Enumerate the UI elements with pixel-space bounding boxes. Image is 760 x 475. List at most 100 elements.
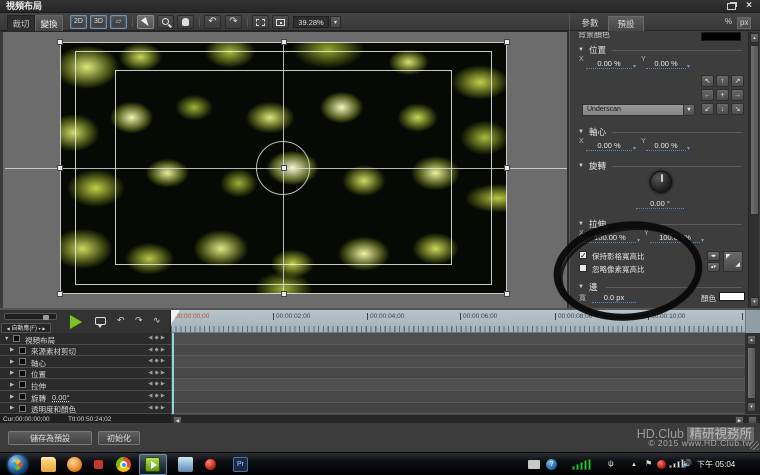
keyframe-nav[interactable]: ◀◆▶: [148, 381, 167, 387]
spinner-icon[interactable]: ▾: [701, 237, 704, 244]
rotation-value[interactable]: 0.00 °: [636, 199, 684, 209]
track-row[interactable]: ▶ 旋轉 0.00° ◀◆▶: [0, 391, 171, 403]
expand-icon[interactable]: ▶: [10, 347, 14, 353]
tray-help-icon[interactable]: ?: [546, 459, 557, 470]
handle-bottom-right[interactable]: [504, 291, 510, 297]
handle-mid-right[interactable]: [504, 165, 510, 171]
keyframe-nav[interactable]: ◀◆▶: [148, 393, 167, 399]
expand-icon[interactable]: ▶: [10, 382, 14, 388]
chrome-icon[interactable]: [116, 457, 131, 472]
expand-icon[interactable]: ▶: [10, 405, 14, 411]
tray-flag-icon[interactable]: ⚑: [645, 459, 654, 469]
stretch-horizontal-button[interactable]: ◂▸: [707, 251, 720, 261]
nudge-center-button[interactable]: +: [716, 89, 729, 101]
nudge-down-button[interactable]: ↓: [716, 103, 729, 115]
track-row[interactable]: ▶ 來源素材剪切 ◀◆▶: [0, 345, 171, 357]
scrollbar-thumb[interactable]: [747, 347, 756, 399]
pan-tool-button[interactable]: [177, 15, 194, 29]
section-collapse-icon[interactable]: ▼: [578, 284, 584, 290]
pivot-x-value[interactable]: 0.00 %: [586, 141, 632, 151]
position-preset-dropdown[interactable]: Underscan ▼: [582, 104, 695, 116]
tray-expand-icon[interactable]: ▲: [631, 462, 639, 470]
handle-top-left[interactable]: [57, 39, 63, 45]
curve-editor-button[interactable]: ∿: [153, 315, 161, 326]
start-button-icon[interactable]: [8, 455, 27, 474]
preview-canvas[interactable]: [0, 31, 569, 308]
scroll-up-icon[interactable]: ▴: [750, 33, 759, 43]
section-collapse-icon[interactable]: ▼: [578, 163, 584, 169]
zoom-level-dropdown[interactable]: ▾: [330, 16, 341, 28]
pivot-y-value[interactable]: 0.00 %: [646, 141, 686, 151]
handle-mid-left[interactable]: [57, 165, 63, 171]
red-app-icon[interactable]: [205, 459, 216, 470]
initialize-button[interactable]: 初始化: [98, 431, 140, 445]
auto-apply-dropdown[interactable]: ◀ 自動應(F) ▾ ▶: [1, 323, 51, 333]
zoom-level-value[interactable]: 39.28%: [293, 16, 329, 28]
undo-button[interactable]: ↶: [204, 15, 221, 29]
track-row[interactable]: ▶ 透明度和顏色 ◀◆▶: [0, 403, 171, 415]
nudge-up-right-button[interactable]: ↗: [731, 75, 744, 87]
nudge-right-button[interactable]: →: [731, 89, 744, 101]
nudge-up-left-button[interactable]: ↖: [701, 75, 714, 87]
tray-volume-icon[interactable]: 🔊: [682, 459, 692, 469]
track-checkbox[interactable]: [13, 335, 20, 342]
nudge-up-button[interactable]: ↑: [716, 75, 729, 87]
comment-button[interactable]: [95, 317, 106, 325]
unit-px-button[interactable]: px: [737, 17, 751, 29]
timeline-vscrollbar[interactable]: ▴ ▾: [745, 333, 760, 414]
handle-bottom-center[interactable]: [281, 291, 287, 297]
track-row[interactable]: ▶ 拉伸 ◀◆▶: [0, 379, 171, 391]
keyframe-nav[interactable]: ◀◆▶: [148, 370, 167, 376]
tab-transform[interactable]: 變換: [35, 15, 63, 31]
handle-top-right[interactable]: [504, 39, 510, 45]
taskbar-clock[interactable]: 下午 05:04: [697, 459, 735, 470]
scroll-down-icon[interactable]: ▾: [750, 297, 759, 307]
track-checkbox[interactable]: [19, 405, 26, 412]
save-preset-button[interactable]: 儲存為預設: [8, 431, 92, 445]
track-row[interactable]: ▶ 位置 ◀◆▶: [0, 368, 171, 380]
stretch-x-value[interactable]: 100.00 %: [584, 233, 636, 243]
scrollbar-thumb[interactable]: [750, 45, 759, 215]
background-color-swatch[interactable]: [701, 32, 741, 41]
fullscreen-frame-button[interactable]: [272, 15, 289, 29]
scroll-down-icon[interactable]: ▾: [747, 402, 756, 412]
stretch-vertical-button[interactable]: ▴▾: [707, 262, 720, 272]
expand-icon[interactable]: ▶: [10, 370, 14, 376]
track-checkbox[interactable]: [19, 381, 26, 388]
nudge-left-button[interactable]: ←: [701, 89, 714, 101]
videostudio-active-icon[interactable]: [145, 457, 160, 472]
scroll-up-icon[interactable]: ▴: [747, 335, 756, 345]
expand-icon[interactable]: ▶: [10, 394, 14, 400]
2d-mode-button[interactable]: 2D: [70, 15, 87, 29]
timeline-zoom-slider[interactable]: [4, 313, 57, 320]
tab-parameters[interactable]: 參數: [574, 16, 606, 31]
slider-thumb[interactable]: [43, 315, 49, 320]
collapse-icon[interactable]: ▼: [4, 336, 9, 342]
unit-percent-button[interactable]: %: [725, 17, 732, 26]
spinner-icon[interactable]: ▾: [633, 145, 636, 152]
handle-top-center[interactable]: [281, 39, 287, 45]
tab-crop[interactable]: 裁切: [7, 15, 35, 31]
zoom-tool-button[interactable]: [157, 15, 174, 29]
edge-width-value[interactable]: 0.0 px: [592, 293, 636, 303]
redo-button[interactable]: ↷: [225, 15, 242, 29]
keyframe-lanes[interactable]: [171, 333, 745, 414]
undo-button[interactable]: ↶: [117, 315, 125, 326]
nudge-down-right-button[interactable]: ↘: [731, 103, 744, 115]
playhead-line[interactable]: [172, 333, 174, 414]
nudge-down-left-button[interactable]: ↙: [701, 103, 714, 115]
track-row[interactable]: ▶ 軸心 ◀◆▶: [0, 356, 171, 368]
position-y-value[interactable]: 0.00 %: [646, 59, 686, 69]
3d-mode-button[interactable]: 3D: [90, 15, 107, 29]
spinner-icon[interactable]: ▾: [633, 63, 636, 70]
explorer-icon[interactable]: [41, 457, 56, 472]
stretch-y-value[interactable]: 100.00 %: [650, 233, 700, 243]
keyframe-nav[interactable]: ◀◆▶: [148, 347, 167, 353]
track-value[interactable]: 0.00°: [52, 393, 70, 402]
spinner-icon[interactable]: ▾: [687, 63, 690, 70]
handle-bottom-left[interactable]: [57, 291, 63, 297]
tray-alert-icon[interactable]: [657, 460, 666, 469]
spinner-icon[interactable]: ▾: [637, 237, 640, 244]
track-checkbox[interactable]: [19, 358, 26, 365]
edge-color-swatch[interactable]: [719, 292, 745, 301]
